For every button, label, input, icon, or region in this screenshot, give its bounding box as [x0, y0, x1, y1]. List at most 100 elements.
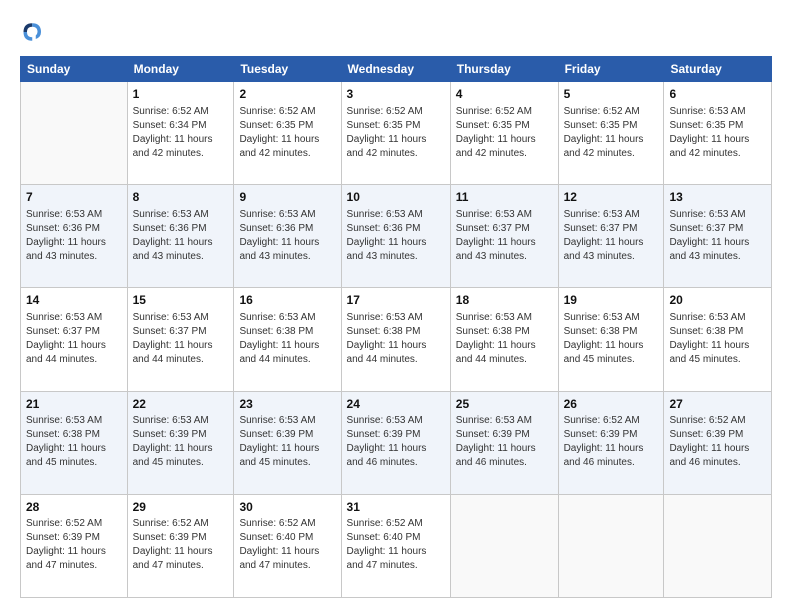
- calendar-cell: 12 Sunrise: 6:53 AMSunset: 6:37 PMDayligh…: [558, 185, 664, 288]
- calendar-cell: 3 Sunrise: 6:52 AMSunset: 6:35 PMDaylight…: [341, 82, 450, 185]
- day-number: 14: [26, 292, 122, 309]
- day-info: Sunrise: 6:53 AMSunset: 6:35 PMDaylight:…: [669, 105, 766, 161]
- day-number: 12: [564, 189, 659, 206]
- calendar-cell: 18 Sunrise: 6:53 AMSunset: 6:38 PMDayligh…: [450, 288, 558, 391]
- day-number: 18: [456, 292, 553, 309]
- day-number: 26: [564, 396, 659, 413]
- calendar-cell: 30Sunrise: 6:52 AMSunset: 6:40 PMDayligh…: [234, 494, 341, 597]
- calendar-table: SundayMondayTuesdayWednesdayThursdayFrid…: [20, 56, 772, 598]
- page: SundayMondayTuesdayWednesdayThursdayFrid…: [0, 0, 792, 612]
- day-number: 5: [564, 86, 659, 103]
- day-info: Sunrise: 6:53 AMSunset: 6:37 PMDaylight:…: [133, 311, 229, 367]
- day-info: Sunrise: 6:53 AMSunset: 6:39 PMDaylight:…: [456, 414, 553, 470]
- day-info: Sunrise: 6:53 AMSunset: 6:37 PMDaylight:…: [564, 208, 659, 264]
- day-number: 29: [133, 499, 229, 516]
- calendar-cell: 16 Sunrise: 6:53 AMSunset: 6:38 PMDayligh…: [234, 288, 341, 391]
- day-number: 2: [239, 86, 335, 103]
- calendar-cell: 9 Sunrise: 6:53 AMSunset: 6:36 PMDaylight…: [234, 185, 341, 288]
- calendar-cell: 15 Sunrise: 6:53 AMSunset: 6:37 PMDayligh…: [127, 288, 234, 391]
- day-info: Sunrise: 6:53 AMSunset: 6:39 PMDaylight:…: [133, 414, 229, 470]
- day-info: Sunrise: 6:53 AMSunset: 6:36 PMDaylight:…: [239, 208, 335, 264]
- day-info: Sunrise: 6:52 AMSunset: 6:39 PMDaylight:…: [26, 517, 122, 573]
- calendar-header-tuesday: Tuesday: [234, 57, 341, 82]
- logo: [20, 18, 52, 46]
- day-number: 15: [133, 292, 229, 309]
- day-info: Sunrise: 6:52 AMSunset: 6:40 PMDaylight:…: [347, 517, 445, 573]
- day-number: 17: [347, 292, 445, 309]
- day-info: Sunrise: 6:52 AMSunset: 6:39 PMDaylight:…: [133, 517, 229, 573]
- day-number: 1: [133, 86, 229, 103]
- day-info: Sunrise: 6:53 AMSunset: 6:39 PMDaylight:…: [347, 414, 445, 470]
- day-info: Sunrise: 6:53 AMSunset: 6:36 PMDaylight:…: [347, 208, 445, 264]
- day-number: 27: [669, 396, 766, 413]
- calendar-cell: 22Sunrise: 6:53 AMSunset: 6:39 PMDayligh…: [127, 391, 234, 494]
- day-number: 21: [26, 396, 122, 413]
- calendar-cell: 27Sunrise: 6:52 AMSunset: 6:39 PMDayligh…: [664, 391, 772, 494]
- day-number: 9: [239, 189, 335, 206]
- day-number: 3: [347, 86, 445, 103]
- day-number: 11: [456, 189, 553, 206]
- day-info: Sunrise: 6:53 AMSunset: 6:37 PMDaylight:…: [26, 311, 122, 367]
- calendar-cell: 26Sunrise: 6:52 AMSunset: 6:39 PMDayligh…: [558, 391, 664, 494]
- calendar-header-saturday: Saturday: [664, 57, 772, 82]
- calendar-cell: 14 Sunrise: 6:53 AMSunset: 6:37 PMDayligh…: [21, 288, 128, 391]
- day-number: 7: [26, 189, 122, 206]
- day-number: 4: [456, 86, 553, 103]
- day-info: Sunrise: 6:53 AMSunset: 6:36 PMDaylight:…: [133, 208, 229, 264]
- calendar-cell: 20 Sunrise: 6:53 AMSunset: 6:38 PMDayligh…: [664, 288, 772, 391]
- day-number: 24: [347, 396, 445, 413]
- day-info: Sunrise: 6:52 AMSunset: 6:39 PMDaylight:…: [669, 414, 766, 470]
- calendar-week-5: 28Sunrise: 6:52 AMSunset: 6:39 PMDayligh…: [21, 494, 772, 597]
- calendar-header-thursday: Thursday: [450, 57, 558, 82]
- day-number: 30: [239, 499, 335, 516]
- day-number: 23: [239, 396, 335, 413]
- day-info: Sunrise: 6:52 AMSunset: 6:35 PMDaylight:…: [564, 105, 659, 161]
- calendar-cell: 28Sunrise: 6:52 AMSunset: 6:39 PMDayligh…: [21, 494, 128, 597]
- header: [20, 18, 772, 46]
- day-info: Sunrise: 6:53 AMSunset: 6:39 PMDaylight:…: [239, 414, 335, 470]
- calendar-header-sunday: Sunday: [21, 57, 128, 82]
- calendar-week-1: 1Sunrise: 6:52 AMSunset: 6:34 PMDaylight…: [21, 82, 772, 185]
- day-number: 6: [669, 86, 766, 103]
- calendar-cell: [450, 494, 558, 597]
- day-number: 28: [26, 499, 122, 516]
- day-info: Sunrise: 6:53 AMSunset: 6:37 PMDaylight:…: [456, 208, 553, 264]
- logo-icon: [20, 18, 48, 46]
- day-info: Sunrise: 6:52 AMSunset: 6:40 PMDaylight:…: [239, 517, 335, 573]
- day-number: 25: [456, 396, 553, 413]
- day-info: Sunrise: 6:53 AMSunset: 6:38 PMDaylight:…: [239, 311, 335, 367]
- day-number: 22: [133, 396, 229, 413]
- day-info: Sunrise: 6:53 AMSunset: 6:38 PMDaylight:…: [669, 311, 766, 367]
- day-info: Sunrise: 6:53 AMSunset: 6:38 PMDaylight:…: [456, 311, 553, 367]
- calendar-cell: 24Sunrise: 6:53 AMSunset: 6:39 PMDayligh…: [341, 391, 450, 494]
- calendar-header-wednesday: Wednesday: [341, 57, 450, 82]
- calendar-cell: 1Sunrise: 6:52 AMSunset: 6:34 PMDaylight…: [127, 82, 234, 185]
- calendar-cell: 29Sunrise: 6:52 AMSunset: 6:39 PMDayligh…: [127, 494, 234, 597]
- calendar-cell: [21, 82, 128, 185]
- calendar-cell: 23Sunrise: 6:53 AMSunset: 6:39 PMDayligh…: [234, 391, 341, 494]
- day-number: 8: [133, 189, 229, 206]
- day-info: Sunrise: 6:53 AMSunset: 6:38 PMDaylight:…: [26, 414, 122, 470]
- calendar-cell: 11 Sunrise: 6:53 AMSunset: 6:37 PMDayligh…: [450, 185, 558, 288]
- calendar-cell: 4 Sunrise: 6:52 AMSunset: 6:35 PMDaylight…: [450, 82, 558, 185]
- day-number: 20: [669, 292, 766, 309]
- calendar-cell: 5 Sunrise: 6:52 AMSunset: 6:35 PMDaylight…: [558, 82, 664, 185]
- day-info: Sunrise: 6:52 AMSunset: 6:35 PMDaylight:…: [347, 105, 445, 161]
- day-info: Sunrise: 6:53 AMSunset: 6:38 PMDaylight:…: [347, 311, 445, 367]
- day-info: Sunrise: 6:53 AMSunset: 6:38 PMDaylight:…: [564, 311, 659, 367]
- calendar-week-4: 21Sunrise: 6:53 AMSunset: 6:38 PMDayligh…: [21, 391, 772, 494]
- calendar-cell: 25Sunrise: 6:53 AMSunset: 6:39 PMDayligh…: [450, 391, 558, 494]
- day-number: 31: [347, 499, 445, 516]
- calendar-cell: [558, 494, 664, 597]
- calendar-cell: 17 Sunrise: 6:53 AMSunset: 6:38 PMDayligh…: [341, 288, 450, 391]
- day-info: Sunrise: 6:52 AMSunset: 6:35 PMDaylight:…: [239, 105, 335, 161]
- calendar-cell: 19Sunrise: 6:53 AMSunset: 6:38 PMDayligh…: [558, 288, 664, 391]
- day-info: Sunrise: 6:52 AMSunset: 6:35 PMDaylight:…: [456, 105, 553, 161]
- calendar-cell: [664, 494, 772, 597]
- calendar-cell: 31Sunrise: 6:52 AMSunset: 6:40 PMDayligh…: [341, 494, 450, 597]
- calendar-week-2: 7 Sunrise: 6:53 AMSunset: 6:36 PMDaylight…: [21, 185, 772, 288]
- day-info: Sunrise: 6:52 AMSunset: 6:39 PMDaylight:…: [564, 414, 659, 470]
- day-number: 16: [239, 292, 335, 309]
- day-info: Sunrise: 6:53 AMSunset: 6:37 PMDaylight:…: [669, 208, 766, 264]
- calendar-cell: 2 Sunrise: 6:52 AMSunset: 6:35 PMDaylight…: [234, 82, 341, 185]
